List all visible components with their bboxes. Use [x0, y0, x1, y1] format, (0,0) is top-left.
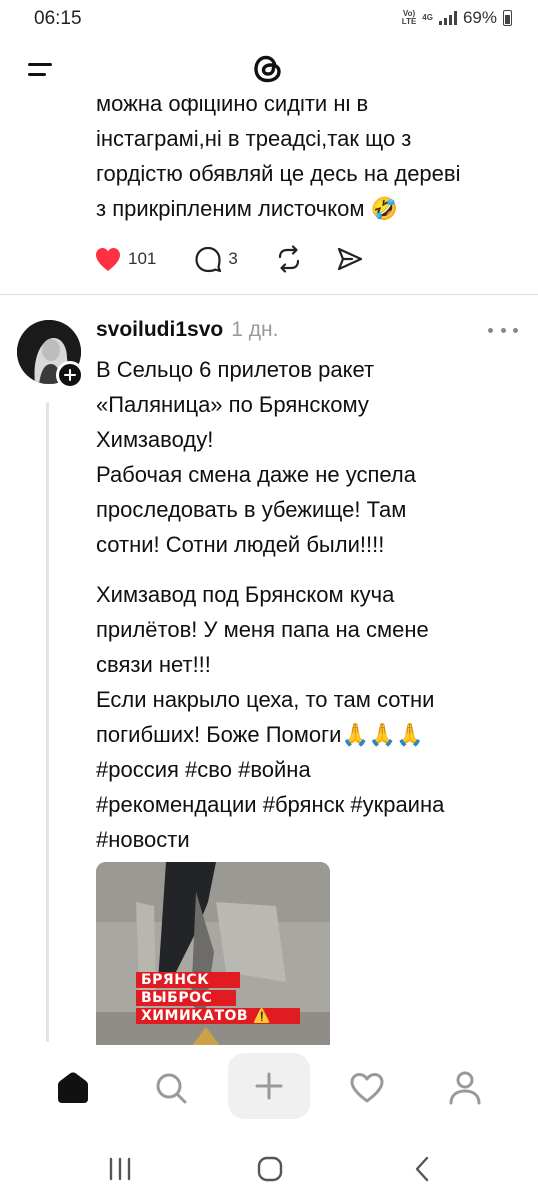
previous-post-line: гордістю обявляй це десь на дереві: [96, 161, 461, 186]
previous-post-line: інстаграмі,ні в треадсі,так що з: [96, 126, 412, 151]
post-line: Химзаводу!: [96, 427, 214, 452]
volte-icon: Vo) LTE: [401, 9, 417, 26]
post-line: погибших! Боже Помоги🙏🙏🙏: [96, 722, 424, 747]
battery-icon: [503, 10, 512, 26]
hashtag-link[interactable]: #россия: [96, 757, 179, 782]
post-line: Если накрыло цеха, то там сотни: [96, 687, 435, 712]
hashtag-link[interactable]: #сво: [185, 757, 232, 782]
network-type: 4G: [422, 13, 433, 22]
nav-compose[interactable]: [228, 1053, 310, 1119]
home-filled-icon: [58, 1072, 88, 1103]
like-button[interactable]: 101: [94, 246, 156, 272]
post-line: «Паляница» по Брянскому: [96, 392, 369, 417]
battery-percent: 69%: [462, 8, 497, 27]
threads-logo-icon[interactable]: [248, 49, 288, 89]
home-button-icon[interactable]: [250, 1149, 290, 1189]
status-icons: Vo) LTE 4G 69%: [402, 8, 512, 28]
status-time: 06:15: [34, 8, 82, 29]
plus-icon: [255, 1072, 283, 1100]
previous-post-text: можна офіціино сидіти ні в інстаграмі,ні…: [96, 86, 516, 226]
hashtag-link[interactable]: #война: [238, 757, 311, 782]
post-line: прилётов! У меня папа на смене: [96, 617, 429, 642]
hashtag-link[interactable]: #брянск: [263, 792, 345, 817]
share-button[interactable]: [336, 246, 364, 272]
thread-line: [46, 402, 49, 1042]
hashtag-link[interactable]: #украина: [350, 792, 444, 817]
post-time: 1 дн.: [231, 318, 279, 341]
banner-line: ВЫБРОС: [136, 990, 236, 1006]
like-count: 101: [128, 249, 157, 268]
heart-filled-icon: [96, 248, 120, 271]
username[interactable]: svoiludi1svo: [96, 318, 223, 342]
reply-button[interactable]: 3: [194, 245, 238, 273]
signal-icon: [438, 11, 457, 25]
post-line: Химзавод под Брянском куча: [96, 582, 395, 607]
hashtag-line: #рекомендации #брянск #украина: [96, 787, 516, 822]
post-video-thumbnail[interactable]: БРЯНСК ВЫБРОС ХИМИКАТОВ ⚠️: [96, 862, 330, 1047]
repost-button[interactable]: [274, 245, 304, 273]
nav-search[interactable]: [146, 1063, 196, 1113]
heart-outline-icon: [350, 1073, 384, 1103]
nav-home[interactable]: [48, 1063, 98, 1113]
post-line: Рабочая смена даже не успела: [96, 462, 416, 487]
post-line: сотни! Сотни людей были!!!!: [96, 532, 385, 557]
hashtag-line: #россия #сво #война: [96, 752, 516, 787]
back-icon[interactable]: [402, 1149, 442, 1189]
comment-bubble-icon: [195, 246, 222, 273]
follow-plus-icon[interactable]: [56, 361, 84, 389]
previous-post-line: з прикріпленим листочком 🤣: [96, 196, 398, 221]
post-header: svoiludi1svo 1 дн.: [96, 318, 278, 348]
post-line: связи нет!!!: [96, 652, 211, 677]
hashtag-link[interactable]: #новости: [96, 827, 190, 852]
post-divider: [0, 294, 538, 295]
recent-apps-icon[interactable]: [100, 1149, 140, 1189]
more-options-icon[interactable]: [488, 328, 518, 336]
search-icon: [156, 1073, 187, 1104]
post-line: проследовать в убежище! Там: [96, 497, 407, 522]
hashtag-line: #новости: [96, 822, 516, 857]
app-header: [0, 36, 538, 98]
banner-line: БРЯНСК: [136, 972, 240, 988]
status-bar: 06:15 Vo) LTE 4G 69%: [0, 0, 538, 36]
profile-icon: [449, 1071, 481, 1105]
reply-count: 3: [228, 249, 238, 268]
previous-post-actions: 101 3: [94, 244, 364, 274]
nav-activity[interactable]: [342, 1063, 392, 1113]
post-body: В Сельцо 6 прилетов ракет «Паляница» по …: [96, 352, 516, 857]
hamburger-menu-icon[interactable]: [28, 61, 54, 79]
post-line: В Сельцо 6 прилетов ракет: [96, 357, 375, 382]
repost-icon: [278, 245, 299, 273]
send-icon: [337, 247, 362, 271]
hashtag-link[interactable]: #рекомендации: [96, 792, 257, 817]
nav-profile[interactable]: [440, 1063, 490, 1113]
bottom-navigation: [0, 1045, 538, 1137]
banner-line: ХИМИКАТОВ ⚠️: [136, 1008, 300, 1024]
system-navigation-bar: [0, 1137, 538, 1200]
news-banner: БРЯНСК ВЫБРОС ХИМИКАТОВ ⚠️: [136, 972, 300, 1026]
